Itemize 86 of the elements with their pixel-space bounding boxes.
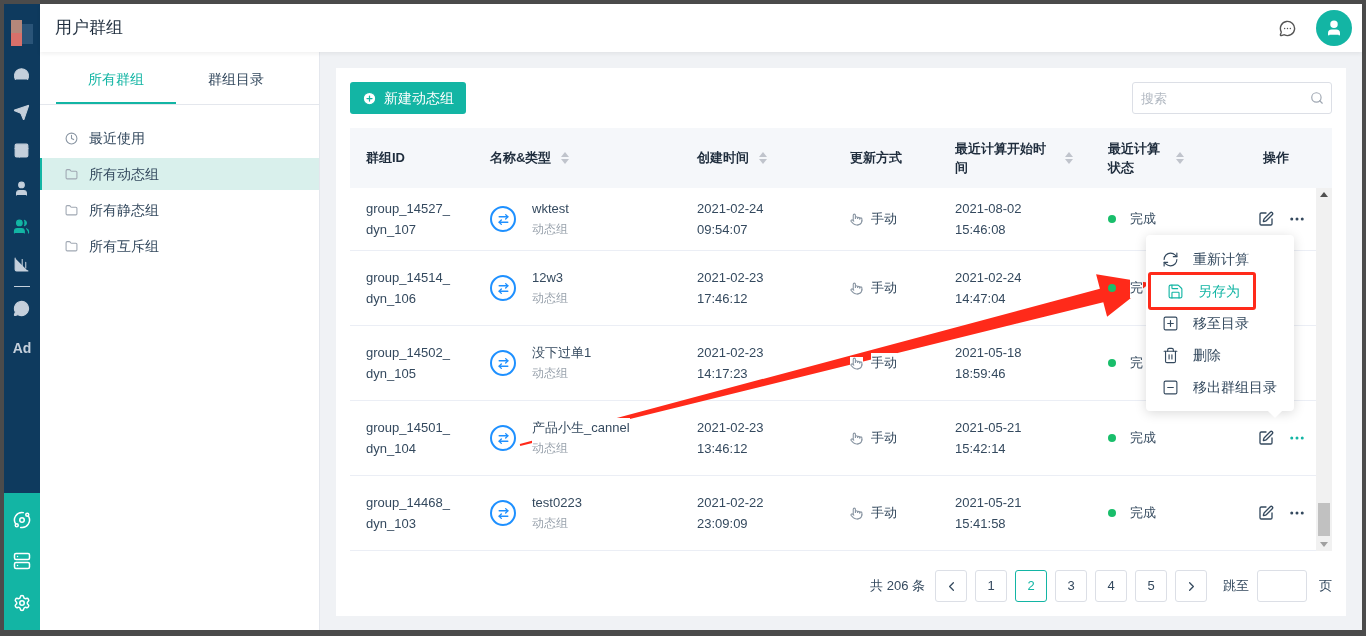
- column-header: 最近计算状态: [1108, 139, 1161, 177]
- column-header: 更新方式: [850, 149, 902, 168]
- refresh-icon: [1162, 250, 1179, 268]
- sort-icon[interactable]: [1176, 152, 1184, 164]
- page-button[interactable]: 5: [1135, 570, 1167, 602]
- square-minus-icon: [1162, 378, 1179, 396]
- created-time-cell-text: 2021-02-23 13:46:12: [697, 419, 765, 458]
- scroll-up-icon[interactable]: [1320, 192, 1328, 197]
- created-time-cell-text: 2021-02-22 23:09:09: [697, 494, 765, 533]
- sort-icon[interactable]: [1065, 152, 1073, 164]
- hand-icon: [850, 506, 863, 520]
- hand-icon: [850, 281, 863, 295]
- nav-item[interactable]: 所有互斥组: [40, 230, 319, 262]
- menu-item[interactable]: 重新计算: [1146, 243, 1294, 275]
- column-header: 创建时间: [697, 149, 749, 168]
- page-button[interactable]: 1: [975, 570, 1007, 602]
- swap-icon: [490, 350, 516, 376]
- scroll-down-icon[interactable]: [1320, 542, 1328, 547]
- page-input[interactable]: [1257, 570, 1307, 602]
- square-plus-icon: [1162, 314, 1179, 332]
- users-icon[interactable]: [13, 218, 31, 235]
- swap-icon: [490, 425, 516, 451]
- hand-icon: [850, 212, 863, 226]
- nav-item[interactable]: 所有静态组: [40, 194, 319, 226]
- logo-icon[interactable]: [9, 18, 35, 48]
- avatar[interactable]: [1316, 10, 1352, 46]
- sort-icon[interactable]: [759, 152, 767, 164]
- status-cell: 完: [1130, 278, 1143, 298]
- page-button[interactable]: 3: [1055, 570, 1087, 602]
- swap-icon: [490, 500, 516, 526]
- plus-icon: [362, 90, 377, 106]
- column-header: 名称&类型: [490, 149, 552, 168]
- column-header: 群组ID: [366, 149, 405, 168]
- next-page-button[interactable]: [1175, 570, 1207, 602]
- total-count: 共 206 条: [870, 577, 925, 596]
- created-time-cell-text: 2021-02-23 17:46:12: [697, 269, 765, 308]
- save-icon: [1167, 282, 1184, 300]
- nav-item[interactable]: 最近使用: [40, 122, 319, 154]
- edit-icon[interactable]: [1258, 211, 1274, 227]
- last-calc-time-cell-text: 2021-08-02 15:46:08: [955, 200, 1023, 239]
- scrollbar[interactable]: [1316, 188, 1332, 551]
- nav-item[interactable]: 所有动态组: [40, 158, 319, 190]
- ad-label[interactable]: Ad: [12, 338, 32, 359]
- sort-icon[interactable]: [561, 152, 570, 164]
- swap-icon: [490, 206, 516, 232]
- page-title: 用户群组: [55, 17, 123, 40]
- last-calc-time-cell-text: 2021-05-21 15:42:14: [955, 419, 1023, 458]
- menu-item[interactable]: 删除: [1146, 339, 1294, 371]
- group-id-cell-text: group_14502_dyn_105: [366, 344, 451, 383]
- hand-icon: [850, 431, 863, 445]
- tab[interactable]: 群组目录: [176, 56, 296, 104]
- folder-icon: [65, 203, 78, 217]
- last-calc-time-cell-text: 2021-05-18 18:59:46: [955, 344, 1023, 383]
- orbit-icon[interactable]: [13, 510, 31, 529]
- edit-icon[interactable]: [1258, 505, 1274, 521]
- search-field[interactable]: 搜索: [1132, 82, 1332, 114]
- group-id-cell-text: group_14501_dyn_104: [366, 419, 451, 458]
- search-icon[interactable]: [1310, 91, 1324, 105]
- server-icon[interactable]: [13, 552, 31, 571]
- previous-page-button[interactable]: [935, 570, 967, 602]
- clock-icon: [65, 131, 78, 145]
- chat-bubbles-icon[interactable]: [13, 300, 31, 317]
- menu-item[interactable]: 移出群组目录: [1146, 371, 1294, 403]
- send-icon[interactable]: [13, 104, 31, 121]
- last-calc-time-cell-text: 2021-05-21 15:41:58: [955, 494, 1023, 533]
- menu-item[interactable]: 移至目录: [1146, 307, 1294, 339]
- edit-icon[interactable]: [1258, 430, 1274, 446]
- group-id-cell-text: group_14514_dyn_106: [366, 269, 451, 308]
- page-button[interactable]: 4: [1095, 570, 1127, 602]
- page-suffix: 页: [1319, 577, 1332, 596]
- column-header: 操作: [1263, 149, 1289, 168]
- chat-icon[interactable]: [1279, 19, 1296, 37]
- last-calc-time-cell-text: 2021-02-24 14:47:04: [955, 269, 1023, 308]
- jump-label: 跳至: [1223, 577, 1249, 596]
- folder-icon: [65, 239, 78, 253]
- trash-icon: [1162, 346, 1179, 364]
- group-id-cell-text: group_14527_dyn_107: [366, 200, 451, 239]
- group-name[interactable]: 产品小生_cannel: [532, 418, 630, 438]
- created-time-cell-text: 2021-02-23 14:17:23: [697, 344, 765, 383]
- settings-icon[interactable]: [13, 594, 31, 613]
- group-id-cell-text: group_14468_dyn_103: [366, 494, 451, 533]
- created-time-cell-text: 2021-02-24 09:54:07: [697, 200, 765, 239]
- folder-icon: [65, 167, 78, 181]
- swap-icon: [490, 275, 516, 301]
- column-header: 最近计算开始时间: [955, 139, 1047, 177]
- scroll-thumb[interactable]: [1318, 503, 1330, 536]
